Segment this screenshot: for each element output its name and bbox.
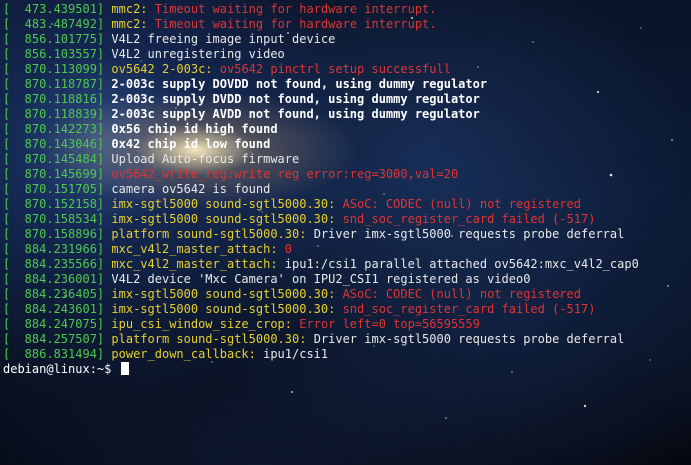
log-line: [ 870.152158] imx-sgtl5000 sound-sgtl500…: [3, 197, 689, 212]
log-timestamp: [ 884.236405]: [3, 287, 105, 301]
log-source: mxc_v4l2_master_attach:: [111, 242, 285, 256]
log-source: imx-sgtl5000 sound-sgtl5000.30:: [111, 287, 343, 301]
log-line: [ 856.103557] V4L2 unregistering video: [3, 47, 689, 62]
log-source: platform sound-sgtl5000.30:: [111, 332, 314, 346]
log-message: V4L2 device 'Mxc Camera' on IPU2_CSI1 re…: [111, 272, 531, 286]
shell-prompt-line[interactable]: debian@linux:~$: [3, 362, 689, 377]
log-message: camera ov5642 is found: [111, 182, 271, 196]
log-line: [ 870.145699] ov5642_write_reg:write reg…: [3, 167, 689, 182]
log-message: 2-003c supply DVDD not found, using dumm…: [111, 92, 480, 106]
log-message: ASoC: CODEC (null) not registered: [342, 287, 581, 301]
log-source: mmc2:: [111, 2, 155, 16]
log-timestamp: [ 870.118816]: [3, 92, 105, 106]
log-line: [ 884.257507] platform sound-sgtl5000.30…: [3, 332, 689, 347]
log-message: V4L2 unregistering video: [111, 47, 285, 61]
log-timestamp: [ 884.243601]: [3, 302, 105, 316]
log-message: 0x42 chip id low found: [111, 137, 271, 151]
log-timestamp: [ 884.236001]: [3, 272, 105, 286]
log-line: [ 884.235566] mxc_v4l2_master_attach: ip…: [3, 257, 689, 272]
log-line: [ 884.236001] V4L2 device 'Mxc Camera' o…: [3, 272, 689, 287]
log-timestamp: [ 870.158534]: [3, 212, 105, 226]
log-line: [ 884.247075] ipu_csi_window_size_crop: …: [3, 317, 689, 332]
log-message: ipu1:/csi1 parallel attached ov5642:mxc_…: [284, 257, 639, 271]
log-line: [ 870.113099] ov5642 2-003c: ov5642 pinc…: [3, 62, 689, 77]
log-timestamp: [ 884.231966]: [3, 242, 105, 256]
log-source: imx-sgtl5000 sound-sgtl5000.30:: [111, 197, 343, 211]
log-line: [ 870.142273] 0x56 chip id high found: [3, 122, 689, 137]
log-message: Upload Auto-focus firmware: [111, 152, 300, 166]
log-line: [ 884.243601] imx-sgtl5000 sound-sgtl500…: [3, 302, 689, 317]
log-message: Timeout waiting for hardware interrupt.: [154, 2, 437, 16]
log-message: 0x56 chip id high found: [111, 122, 278, 136]
log-timestamp: [ 870.145484]: [3, 152, 105, 166]
log-message: Driver imx-sgtl5000 requests probe defer…: [313, 227, 625, 241]
log-line: [ 886.831494] power_down_callback: ipu1/…: [3, 347, 689, 362]
log-timestamp: [ 870.158896]: [3, 227, 105, 241]
log-source: platform sound-sgtl5000.30:: [111, 227, 314, 241]
log-timestamp: [ 884.247075]: [3, 317, 105, 331]
log-message: snd_soc_register_card failed (-517): [342, 302, 596, 316]
log-line: [ 870.118816] 2-003c supply DVDD not fou…: [3, 92, 689, 107]
log-message: ov5642 pinctrl setup successfull: [219, 62, 451, 76]
log-source: imx-sgtl5000 sound-sgtl5000.30:: [111, 302, 343, 316]
log-line: [ 884.236405] imx-sgtl5000 sound-sgtl500…: [3, 287, 689, 302]
log-timestamp: [ 884.235566]: [3, 257, 105, 271]
log-timestamp: [ 870.143046]: [3, 137, 105, 151]
log-source: imx-sgtl5000 sound-sgtl5000.30:: [111, 212, 343, 226]
log-timestamp: [ 870.118787]: [3, 77, 105, 91]
log-message: ipu1/csi1: [263, 347, 329, 361]
log-line: [ 473.439501] mmc2: Timeout waiting for …: [3, 2, 689, 17]
log-line: [ 884.231966] mxc_v4l2_master_attach: 0: [3, 242, 689, 257]
log-timestamp: [ 870.118839]: [3, 107, 105, 121]
log-message: Error left=0 top=56595559: [299, 317, 480, 331]
log-message: snd_soc_register_card failed (-517): [342, 212, 596, 226]
log-line: [ 870.118839] 2-003c supply AVDD not fou…: [3, 107, 689, 122]
log-source: power_down_callback:: [111, 347, 264, 361]
log-timestamp: [ 856.103557]: [3, 47, 105, 61]
text-cursor[interactable]: [120, 362, 129, 375]
log-message: Timeout waiting for hardware interrupt.: [154, 17, 437, 31]
log-timestamp: [ 483.487492]: [3, 17, 105, 31]
log-timestamp: [ 473.439501]: [3, 2, 105, 16]
log-source: mmc2:: [111, 17, 155, 31]
log-line: [ 870.158896] platform sound-sgtl5000.30…: [3, 227, 689, 242]
log-timestamp: [ 870.142273]: [3, 122, 105, 136]
log-timestamp: [ 870.151705]: [3, 182, 105, 196]
log-message: 2-003c supply DOVDD not found, using dum…: [111, 77, 488, 91]
log-line: [ 870.158534] imx-sgtl5000 sound-sgtl500…: [3, 212, 689, 227]
log-timestamp: [ 856.101775]: [3, 32, 105, 46]
log-timestamp: [ 870.145699]: [3, 167, 105, 181]
log-timestamp: [ 870.113099]: [3, 62, 105, 76]
log-line: [ 870.143046] 0x42 chip id low found: [3, 137, 689, 152]
log-line: [ 870.118787] 2-003c supply DOVDD not fo…: [3, 77, 689, 92]
log-message: Driver imx-sgtl5000 requests probe defer…: [313, 332, 625, 346]
shell-prompt: debian@linux:~$: [3, 362, 119, 376]
log-line: [ 483.487492] mmc2: Timeout waiting for …: [3, 17, 689, 32]
log-message: ov5642_write_reg:write reg error:reg=300…: [111, 167, 459, 181]
terminal-output[interactable]: [ 473.439501] mmc2: Timeout waiting for …: [3, 2, 689, 377]
log-message: V4L2 freeing image input device: [111, 32, 336, 46]
log-line: [ 870.151705] camera ov5642 is found: [3, 182, 689, 197]
log-timestamp: [ 884.257507]: [3, 332, 105, 346]
log-source: mxc_v4l2_master_attach:: [111, 257, 285, 271]
log-message: ASoC: CODEC (null) not registered: [342, 197, 581, 211]
log-line: [ 870.145484] Upload Auto-focus firmware: [3, 152, 689, 167]
log-source: ipu_csi_window_size_crop:: [111, 317, 300, 331]
log-message: 2-003c supply AVDD not found, using dumm…: [111, 107, 480, 121]
log-timestamp: [ 870.152158]: [3, 197, 105, 211]
log-line: [ 856.101775] V4L2 freeing image input d…: [3, 32, 689, 47]
log-message: 0: [284, 242, 293, 256]
log-source: ov5642 2-003c:: [111, 62, 220, 76]
log-timestamp: [ 886.831494]: [3, 347, 105, 361]
terminal-window[interactable]: [ 473.439501] mmc2: Timeout waiting for …: [0, 0, 691, 465]
